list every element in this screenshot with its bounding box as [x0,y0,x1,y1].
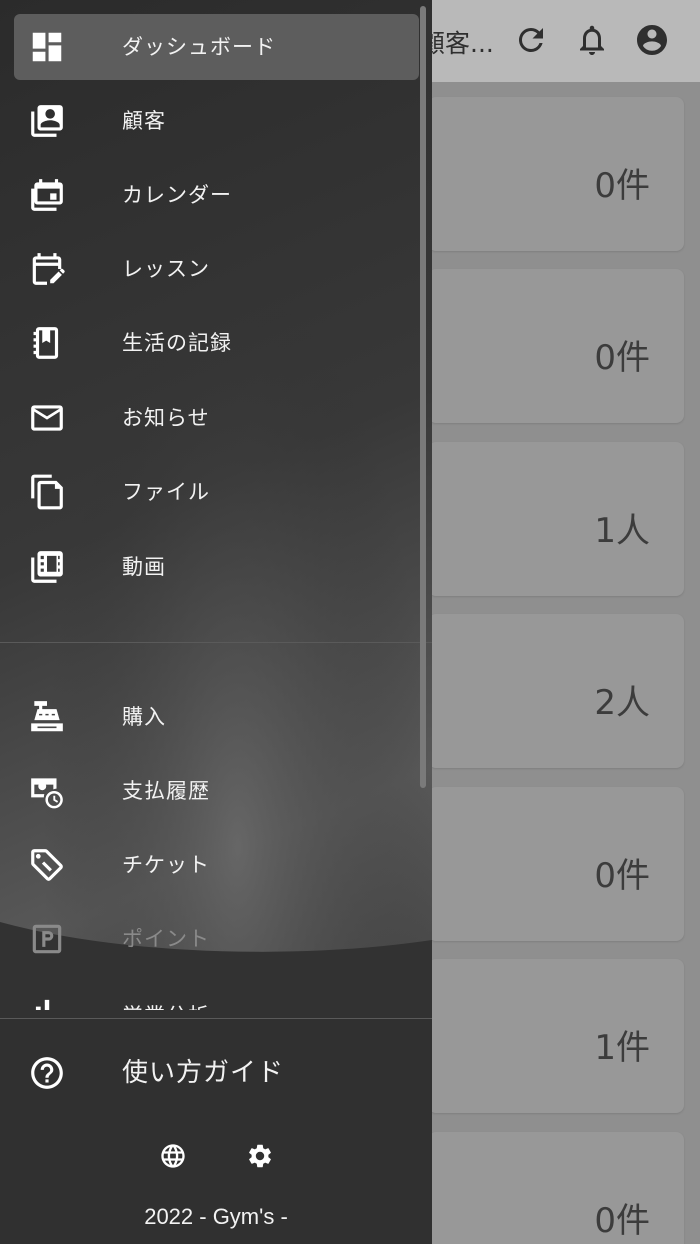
dashboard-cards: 0件 0件 1人 2人 0件 1件 0件 [428,82,700,1244]
bar-chart-icon [28,992,66,1010]
nav-item-payment-history[interactable]: 支払履歴 [14,758,419,824]
stat-value: 1件 [594,1028,650,1068]
nav-item-calendar[interactable]: カレンダー [14,162,419,228]
nav-item-label: チケット [122,853,210,877]
usage-guide-link[interactable]: 使い方ガイド [14,1040,419,1106]
nav-item-life-record[interactable]: 生活の記録 [14,310,419,376]
stat-value: 0件 [594,166,650,206]
footer-divider [0,1018,432,1019]
notebook-icon [28,324,66,362]
mail-icon [28,399,66,437]
dashboard-icon [28,28,66,66]
settings-button[interactable] [244,1140,276,1172]
stat-value: 2人 [594,683,650,723]
stat-card[interactable]: 0件 [428,1132,684,1244]
copyright-text: 2022 - Gym's - [144,1204,288,1229]
nav-item-label: 営業分析 [122,988,210,1010]
contacts-icon [28,102,66,140]
nav-item-notices[interactable]: お知らせ [14,385,419,451]
account-button[interactable] [632,20,672,60]
usage-guide-label: 使い方ガイド [122,1058,285,1088]
file-icon [28,473,66,511]
stat-card[interactable]: 0件 [428,97,684,251]
nav-item-customers[interactable]: 顧客 [14,88,419,154]
notifications-button[interactable] [572,20,612,60]
nav-item-label: レッスン [122,257,210,281]
parking-points-icon [28,920,66,958]
cash-register-icon [28,698,66,736]
account-circle-icon [637,25,667,55]
nav-item-lessons[interactable]: レッスン [14,236,419,302]
navigation-drawer: ダッシュボード 顧客 カレンダー レッスン 生活の記録 お知らせ ファイル 動画… [0,0,432,1244]
video-library-icon [28,548,66,586]
nav-item-purchase[interactable]: 購入 [14,684,419,750]
nav-item-tickets[interactable]: チケット [14,832,419,898]
calendar-icon [28,176,66,214]
stat-value: 0件 [594,856,650,896]
globe-icon [161,1144,185,1168]
nav-item-label: 顧客 [122,109,166,133]
nav-item-label: ファイル [122,480,210,504]
drawer-divider [0,642,432,643]
drawer-footer: 使い方ガイド 2022 - Gym's - [0,1018,432,1244]
refresh-button[interactable] [511,20,551,60]
nav-item-dashboard[interactable]: ダッシュボード [14,14,419,80]
gear-icon [249,1144,271,1168]
nav-item-label: 支払履歴 [122,779,210,803]
stat-card[interactable]: 2人 [428,614,684,768]
nav-item-label: お知らせ [122,406,210,430]
nav-item-label: 生活の記録 [122,331,232,355]
language-button[interactable] [157,1140,189,1172]
edit-calendar-icon [28,250,66,288]
stat-card[interactable]: 1人 [428,442,684,596]
nav-item-points[interactable]: ポイント [14,906,419,972]
stat-card[interactable]: 1件 [428,959,684,1113]
nav-item-label: ダッシュボード [122,35,276,59]
nav-item-label: ポイント [122,927,210,951]
stat-value: 0件 [594,338,650,378]
stat-value: 1人 [594,511,650,551]
stat-card[interactable]: 0件 [428,787,684,941]
bell-icon [580,25,604,55]
stat-card[interactable]: 0件 [428,269,684,423]
drawer-scrollbar[interactable] [420,6,426,788]
nav-item-sales-analysis[interactable]: 営業分析 [14,988,419,1010]
nav-item-label: 購入 [122,705,166,729]
stat-value: 0件 [594,1201,650,1241]
nav-item-videos[interactable]: 動画 [14,534,419,600]
payment-history-icon [28,772,66,810]
nav-item-label: カレンダー [122,183,232,207]
nav-item-label: 動画 [122,555,166,579]
help-icon [28,1054,66,1092]
refresh-icon [518,27,543,52]
nav-item-files[interactable]: ファイル [14,459,419,525]
ticket-icon [28,846,66,884]
